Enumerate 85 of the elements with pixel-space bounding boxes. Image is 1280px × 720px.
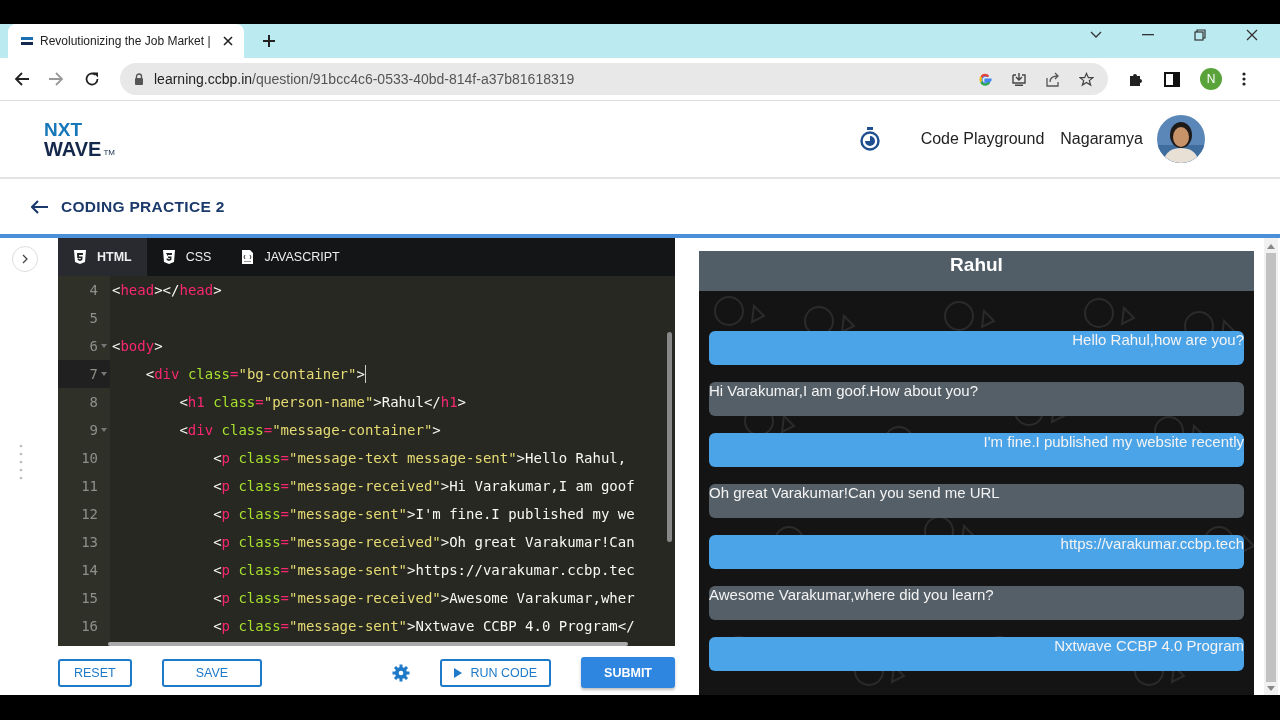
shield-icon: [73, 249, 87, 265]
share-icon[interactable]: [1045, 71, 1061, 87]
code-line: <p class="message-sent">Nxtwave CCBP 4.0 Program</: [212, 618, 635, 634]
puzzle-icon[interactable]: [1128, 71, 1144, 87]
chat-title: Rahul: [950, 253, 1003, 277]
google-icon[interactable]: [978, 71, 993, 87]
line-number: 6: [89, 338, 98, 354]
line-number: 16: [81, 618, 98, 634]
scrollbar-thumb[interactable]: [108, 642, 628, 646]
back-arrow-icon[interactable]: [31, 199, 49, 214]
code-line: <h1 class="person-name">Rahul</h1>: [178, 394, 467, 410]
menu-icon[interactable]: [1242, 72, 1246, 86]
restore-icon[interactable]: [1194, 29, 1206, 41]
line-number: 13: [81, 534, 98, 550]
side-panel-icon[interactable]: [1164, 71, 1180, 87]
received-message: Oh great Varakumar!Can you send me URL: [709, 484, 1244, 518]
forward-icon[interactable]: [48, 71, 64, 87]
trademark-text: TM: [103, 148, 115, 157]
back-icon[interactable]: [14, 71, 30, 87]
code-line: <div class="bg-container">: [144, 366, 365, 382]
line-number: 4: [89, 282, 98, 298]
code-line: <p class="message-received">Awesome Varakumar,wher: [212, 590, 635, 606]
received-message: Awesome Varakumar,where did you learn?: [709, 586, 1244, 620]
address-bar[interactable]: learning.ccbp.in/question/91bcc4c6-0533-40bd-814f-a37b81618319: [120, 63, 1108, 95]
tab-title: Revolutionizing the Job Market |: [40, 34, 212, 48]
line-number: 5: [89, 310, 98, 326]
editor-tab[interactable]: HTML: [58, 238, 147, 276]
play-icon: [454, 667, 463, 678]
page-title: CODING PRACTICE 2: [61, 197, 225, 216]
save-button[interactable]: SAVE: [161, 658, 263, 687]
browser-tab[interactable]: Revolutionizing the Job Market |: [8, 24, 244, 58]
settings-icon[interactable]: [392, 663, 411, 682]
star-icon[interactable]: [1079, 71, 1094, 87]
line-number: 8: [89, 394, 98, 410]
lock-icon: [134, 73, 144, 85]
code-line: <p class="message-sent">I'm fine.I published my we: [212, 506, 635, 522]
minimize-icon[interactable]: [1142, 34, 1154, 36]
code-line: <p class="message-received">Hi Varakumar,I am goof: [212, 478, 635, 494]
logo-text: WAVE: [44, 138, 102, 159]
reset-button[interactable]: RESET: [58, 658, 132, 687]
code-line: <p class="message-sent">https://varakumar.ccbp.tec: [212, 562, 635, 578]
scroll-up-icon[interactable]: [1267, 244, 1275, 249]
code-line: <div class="message-container">: [178, 422, 441, 438]
line-number: 11: [81, 478, 98, 494]
code-line: <body>: [112, 338, 163, 354]
shield-icon: [161, 249, 176, 265]
close-icon[interactable]: [222, 35, 234, 47]
scrollbar-thumb[interactable]: [667, 332, 672, 542]
sent-message: https://varakumar.ccbp.tech: [709, 535, 1244, 569]
run-code-button[interactable]: RUN CODE: [440, 658, 552, 687]
url-text: learning.ccbp.in/question/91bcc4c6-0533-40bd-814f-a37b81618319: [154, 71, 575, 87]
line-number: 10: [81, 450, 98, 466]
code-playground-link[interactable]: Code Playground: [920, 130, 1045, 148]
sent-message: I'm fine.I published my website recently: [709, 433, 1244, 467]
line-number: 7: [89, 366, 98, 382]
scroll-down-icon[interactable]: [1267, 686, 1275, 691]
close-icon[interactable]: [1246, 29, 1258, 41]
dropdown-icon[interactable]: [1090, 31, 1102, 39]
sent-message: Nxtwave CCBP 4.0 Program: [709, 637, 1244, 671]
line-number: 15: [81, 590, 98, 606]
submit-button[interactable]: SUBMIT: [581, 657, 675, 688]
timer-icon[interactable]: [858, 127, 881, 151]
fold-arrow-icon[interactable]: [101, 428, 107, 432]
new-tab-icon[interactable]: [262, 34, 276, 48]
drag-handle-icon[interactable]: [19, 444, 23, 480]
line-number: 14: [81, 562, 98, 578]
line-number: 9: [89, 422, 98, 438]
line-number: 12: [81, 506, 98, 522]
code-line: <head></head>: [112, 282, 222, 298]
user-name: Nagaramya: [1060, 130, 1143, 148]
logo-icon: [20, 36, 34, 46]
received-message: Hi Varakumar,I am goof.How about you?: [709, 382, 1244, 416]
reload-icon[interactable]: [84, 71, 100, 87]
install-icon[interactable]: [1011, 71, 1027, 87]
editor-tab[interactable]: CSS: [146, 238, 227, 276]
fold-arrow-icon[interactable]: [101, 372, 107, 376]
fold-arrow-icon[interactable]: [101, 344, 107, 348]
scrollbar-thumb[interactable]: [1266, 253, 1276, 682]
code-line: <p class="message-text message-sent">Hello Rahul,: [212, 450, 627, 466]
code-line: <p class="message-received">Oh great Varakumar!Can: [212, 534, 635, 550]
sent-message: Hello Rahul,how are you?: [709, 331, 1244, 365]
file-icon: [241, 249, 255, 265]
chevron-icon: [22, 254, 28, 264]
editor-tab[interactable]: JAVASCRIPT: [226, 238, 355, 276]
logo-text: NXT: [44, 119, 83, 139]
